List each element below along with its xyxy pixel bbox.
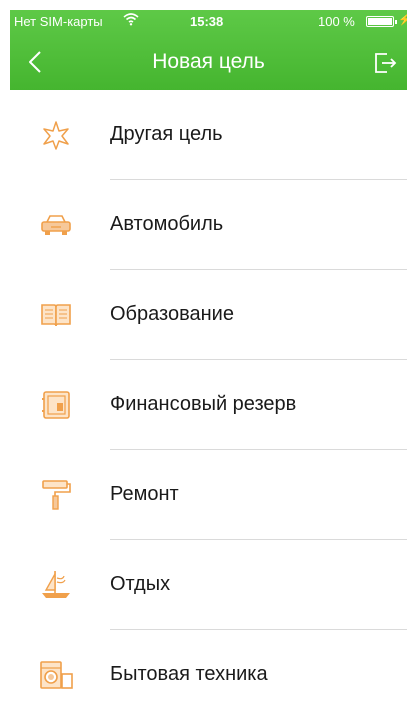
status-bar: Нет SIM-карты 15:38 100 % ⚡ (10, 10, 407, 34)
goal-item-other[interactable]: Другая цель (10, 90, 407, 180)
goal-label: Бытовая техника (110, 663, 268, 685)
goal-item-car[interactable]: Автомобиль (10, 180, 407, 270)
safe-icon (38, 388, 74, 422)
car-icon (38, 208, 74, 242)
header: Нет SIM-карты 15:38 100 % ⚡ Новая цель (10, 10, 407, 90)
goal-item-financial-reserve[interactable]: Финансовый резерв (10, 360, 407, 450)
goal-item-education[interactable]: Образование (10, 270, 407, 360)
charging-icon: ⚡ (398, 14, 407, 26)
goal-label: Другая цель (110, 123, 223, 145)
star-icon (38, 118, 74, 152)
page-title: Новая цель (152, 50, 265, 73)
book-icon (38, 298, 74, 332)
goal-label: Отдых (110, 573, 171, 595)
goal-item-vacation[interactable]: Отдых (10, 540, 407, 630)
goal-label: Автомобиль (110, 213, 224, 235)
goal-list: Другая цель Автомобиль Образование Финан… (10, 90, 407, 720)
navigation-bar: Новая цель (10, 36, 407, 90)
paint-roller-icon (38, 478, 74, 512)
goal-item-repair[interactable]: Ремонт (10, 450, 407, 540)
sailboat-icon (38, 568, 74, 602)
exit-icon (375, 53, 397, 73)
goal-item-appliances[interactable]: Бытовая техника (10, 630, 407, 720)
goal-label: Финансовый резерв (110, 393, 297, 415)
goal-label: Образование (110, 303, 234, 325)
goal-label: Ремонт (110, 483, 179, 505)
exit-button[interactable] (372, 50, 398, 76)
clock: 15:38 (190, 14, 224, 29)
appliance-icon (38, 658, 74, 692)
battery-icon (366, 16, 397, 27)
battery-percent: 100 % (318, 14, 355, 29)
wifi-icon (123, 12, 139, 26)
carrier-label: Нет SIM-карты (14, 14, 103, 29)
